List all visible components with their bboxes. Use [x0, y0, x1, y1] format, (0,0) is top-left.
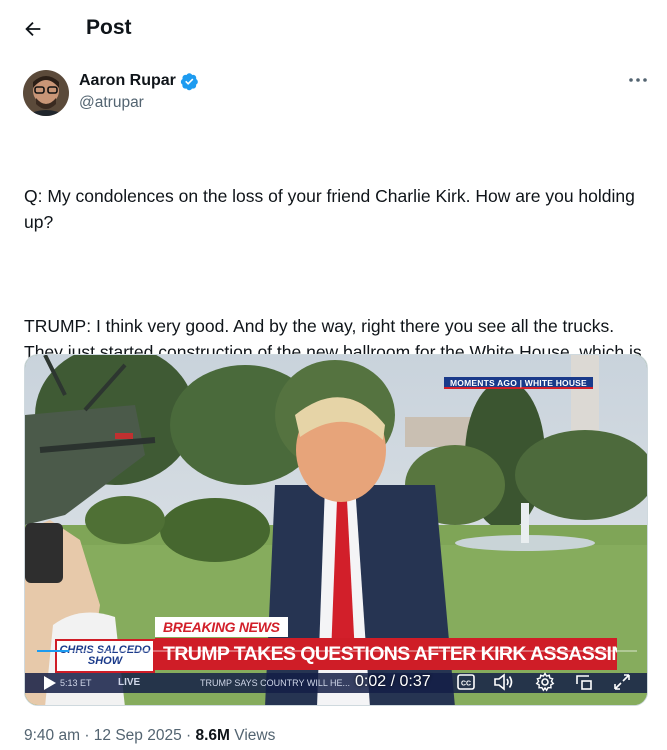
views-count: 8.6M: [195, 727, 230, 744]
more-horizontal-icon: [629, 78, 647, 82]
arrow-left-icon: [25, 21, 41, 37]
play-button[interactable]: [39, 673, 59, 693]
author-name-text: Aaron Rupar: [79, 72, 176, 89]
volume-button[interactable]: [493, 672, 515, 692]
back-button[interactable]: [18, 14, 48, 44]
closed-captions-icon: CC: [457, 674, 475, 690]
breaking-news-label: BREAKING NEWS: [155, 617, 288, 637]
video-time: 0:02 / 0:37: [355, 673, 431, 690]
captions-button[interactable]: CC: [457, 674, 475, 690]
tweet-paragraph: Q: My condolences on the loss of your fr…: [24, 186, 640, 232]
show-logo: CHRIS SALCEDO SHOW: [55, 639, 155, 673]
fullscreen-icon: [614, 674, 630, 690]
post-date[interactable]: 12 Sep 2025: [94, 727, 182, 744]
more-button[interactable]: [624, 70, 652, 90]
volume-icon: [494, 673, 513, 691]
post-time[interactable]: 9:40 am: [24, 727, 80, 744]
ticker-text: TRUMP SAYS COUNTRY WILL HE...: [200, 678, 351, 688]
top-bar: Post: [0, 0, 667, 56]
video-progress-fill: [37, 650, 70, 652]
fullscreen-button[interactable]: [612, 672, 632, 692]
post-metadata: 9:40 am · 12 Sep 2025 · 8.6M Views: [24, 727, 276, 744]
picture-in-picture-button[interactable]: [574, 672, 594, 692]
verified-badge-icon: [180, 72, 198, 90]
play-icon: [44, 676, 56, 690]
ticker-time: 5:13 ET: [60, 678, 92, 688]
video-headline: TRUMP TAKES QUESTIONS AFTER KIRK ASSASSI…: [155, 638, 617, 670]
svg-text:CC: CC: [461, 681, 471, 688]
settings-gear-icon: [535, 672, 555, 692]
settings-button[interactable]: [535, 672, 555, 692]
avatar[interactable]: [23, 70, 69, 116]
author-handle[interactable]: @atrupar: [79, 93, 144, 113]
picture-in-picture-icon: [576, 675, 592, 690]
views-label: Views: [234, 727, 276, 744]
author-name[interactable]: Aaron Rupar: [79, 71, 199, 91]
page-title: Post: [86, 16, 132, 39]
video-player[interactable]: MOMENTS AGO | WHITE HOUSE BREAKING NEWS …: [24, 354, 648, 706]
ticker-live: LIVE: [118, 677, 141, 688]
video-location-tag: MOMENTS AGO | WHITE HOUSE: [444, 377, 593, 389]
video-progress-bar[interactable]: [37, 650, 637, 652]
